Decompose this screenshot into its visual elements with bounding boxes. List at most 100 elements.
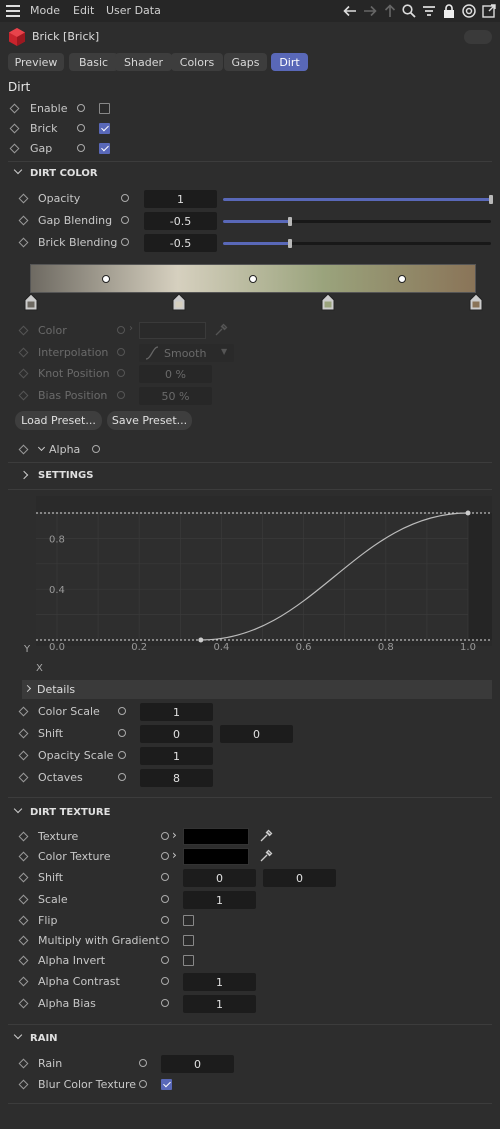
keyframe-diamond-icon[interactable] xyxy=(18,851,29,862)
tab-preview[interactable]: Preview xyxy=(8,53,64,71)
keyframe-diamond-icon[interactable] xyxy=(18,872,29,883)
keyframe-diamond-icon[interactable] xyxy=(18,237,29,248)
animate-ring-icon[interactable] xyxy=(118,707,126,715)
alpha-contrast-field[interactable]: 1 xyxy=(183,973,256,991)
flip-checkbox[interactable] xyxy=(183,915,194,926)
animate-ring-icon[interactable] xyxy=(92,445,100,453)
forward-arrow-icon[interactable] xyxy=(362,3,378,19)
toggle-pill[interactable] xyxy=(464,30,492,44)
chevron-right-icon[interactable]: › xyxy=(172,848,177,862)
keyframe-diamond-icon[interactable] xyxy=(18,955,29,966)
settings-section-header[interactable]: SETTINGS xyxy=(0,465,500,487)
texture-shift-x-field[interactable]: 0 xyxy=(183,869,256,887)
opacity-field[interactable]: 1 xyxy=(144,190,217,208)
opacity-slider[interactable] xyxy=(223,195,493,204)
search-icon[interactable] xyxy=(401,3,417,19)
brick-blending-field[interactable]: -0.5 xyxy=(144,234,217,252)
spline-curve-editor[interactable]: 0.8 0.4 0.0 0.2 0.4 0.6 0.8 1.0 Y X xyxy=(0,496,500,676)
opacity-scale-field[interactable]: 1 xyxy=(140,747,213,765)
keyframe-diamond-icon[interactable] xyxy=(18,831,29,842)
gradient-knot[interactable] xyxy=(172,293,186,311)
dirt-color-section-header[interactable]: DIRT COLOR xyxy=(0,163,500,185)
lock-icon[interactable] xyxy=(441,3,457,19)
new-window-icon[interactable] xyxy=(481,3,497,19)
animate-ring-icon[interactable] xyxy=(161,977,169,985)
keyframe-diamond-icon[interactable] xyxy=(18,894,29,905)
gradient-bar[interactable] xyxy=(30,264,476,293)
filter-icon[interactable] xyxy=(421,3,437,19)
gap-blending-slider[interactable] xyxy=(223,217,491,226)
keyframe-diamond-icon[interactable] xyxy=(18,1058,29,1069)
multiply-checkbox[interactable] xyxy=(183,935,194,946)
gradient-knot[interactable] xyxy=(24,293,38,311)
texture-slot[interactable] xyxy=(183,828,249,845)
dirt-texture-section-header[interactable]: DIRT TEXTURE xyxy=(0,802,500,824)
keyframe-diamond-icon[interactable] xyxy=(18,915,29,926)
keyframe-diamond-icon[interactable] xyxy=(18,706,29,717)
brick-blending-slider[interactable] xyxy=(223,239,491,248)
save-preset-button[interactable]: Save Preset... xyxy=(107,411,192,430)
details-header[interactable]: Details xyxy=(22,680,492,699)
bias-handle[interactable] xyxy=(398,275,406,283)
alpha-invert-checkbox[interactable] xyxy=(183,955,194,966)
animate-ring-icon[interactable] xyxy=(118,751,126,759)
keyframe-diamond-icon[interactable] xyxy=(18,750,29,761)
shift-y-field[interactable]: 0 xyxy=(220,725,293,743)
keyframe-diamond-icon[interactable] xyxy=(18,728,29,739)
keyframe-diamond-icon[interactable] xyxy=(18,444,29,455)
animate-ring-icon[interactable] xyxy=(161,999,169,1007)
load-preset-button[interactable]: Load Preset... xyxy=(15,411,102,430)
enable-checkbox[interactable] xyxy=(99,103,110,114)
eyedropper-icon[interactable] xyxy=(259,849,273,863)
animate-ring-icon[interactable] xyxy=(161,852,169,860)
shift-x-field[interactable]: 0 xyxy=(140,725,213,743)
animate-ring-icon[interactable] xyxy=(77,104,85,112)
keyframe-diamond-icon[interactable] xyxy=(18,193,29,204)
animate-ring-icon[interactable] xyxy=(161,916,169,924)
hamburger-menu-icon[interactable] xyxy=(6,5,20,17)
keyframe-diamond-icon[interactable] xyxy=(9,123,20,134)
color-texture-slot[interactable] xyxy=(183,848,249,865)
rain-section-header[interactable]: RAIN xyxy=(0,1028,500,1050)
tab-basic[interactable]: Basic xyxy=(69,53,118,71)
up-arrow-icon[interactable] xyxy=(382,3,398,19)
animate-ring-icon[interactable] xyxy=(161,895,169,903)
animate-ring-icon[interactable] xyxy=(139,1059,147,1067)
keyframe-diamond-icon[interactable] xyxy=(18,998,29,1009)
keyframe-diamond-icon[interactable] xyxy=(18,215,29,226)
keyframe-diamond-icon[interactable] xyxy=(9,143,20,154)
keyframe-diamond-icon[interactable] xyxy=(18,1079,29,1090)
slider-knob[interactable] xyxy=(489,195,493,204)
keyframe-diamond-icon[interactable] xyxy=(18,976,29,987)
gradient-knot[interactable] xyxy=(321,293,335,311)
rain-field[interactable]: 0 xyxy=(161,1055,234,1073)
menu-user-data[interactable]: User Data xyxy=(106,4,161,17)
animate-ring-icon[interactable] xyxy=(161,936,169,944)
chevron-right-icon[interactable]: › xyxy=(172,828,177,842)
animate-ring-icon[interactable] xyxy=(121,216,129,224)
chevron-down-icon[interactable] xyxy=(37,443,46,452)
gap-blending-field[interactable]: -0.5 xyxy=(144,212,217,230)
curve-point[interactable] xyxy=(465,510,471,516)
animate-ring-icon[interactable] xyxy=(118,729,126,737)
slider-knob[interactable] xyxy=(288,239,292,248)
bias-handle[interactable] xyxy=(102,275,110,283)
target-icon[interactable] xyxy=(461,3,477,19)
texture-scale-field[interactable]: 1 xyxy=(183,891,256,909)
menu-edit[interactable]: Edit xyxy=(73,4,94,17)
animate-ring-icon[interactable] xyxy=(161,832,169,840)
eyedropper-icon[interactable] xyxy=(259,829,273,843)
octaves-field[interactable]: 8 xyxy=(140,769,213,787)
slider-knob[interactable] xyxy=(288,217,292,226)
animate-ring-icon[interactable] xyxy=(77,124,85,132)
gap-checkbox[interactable] xyxy=(99,143,110,154)
animate-ring-icon[interactable] xyxy=(139,1080,147,1088)
blur-checkbox[interactable] xyxy=(161,1079,172,1090)
brick-checkbox[interactable] xyxy=(99,123,110,134)
tab-gaps[interactable]: Gaps xyxy=(224,53,267,71)
bias-handle[interactable] xyxy=(249,275,257,283)
animate-ring-icon[interactable] xyxy=(121,194,129,202)
keyframe-diamond-icon[interactable] xyxy=(18,772,29,783)
alpha-bias-field[interactable]: 1 xyxy=(183,995,256,1013)
animate-ring-icon[interactable] xyxy=(161,873,169,881)
